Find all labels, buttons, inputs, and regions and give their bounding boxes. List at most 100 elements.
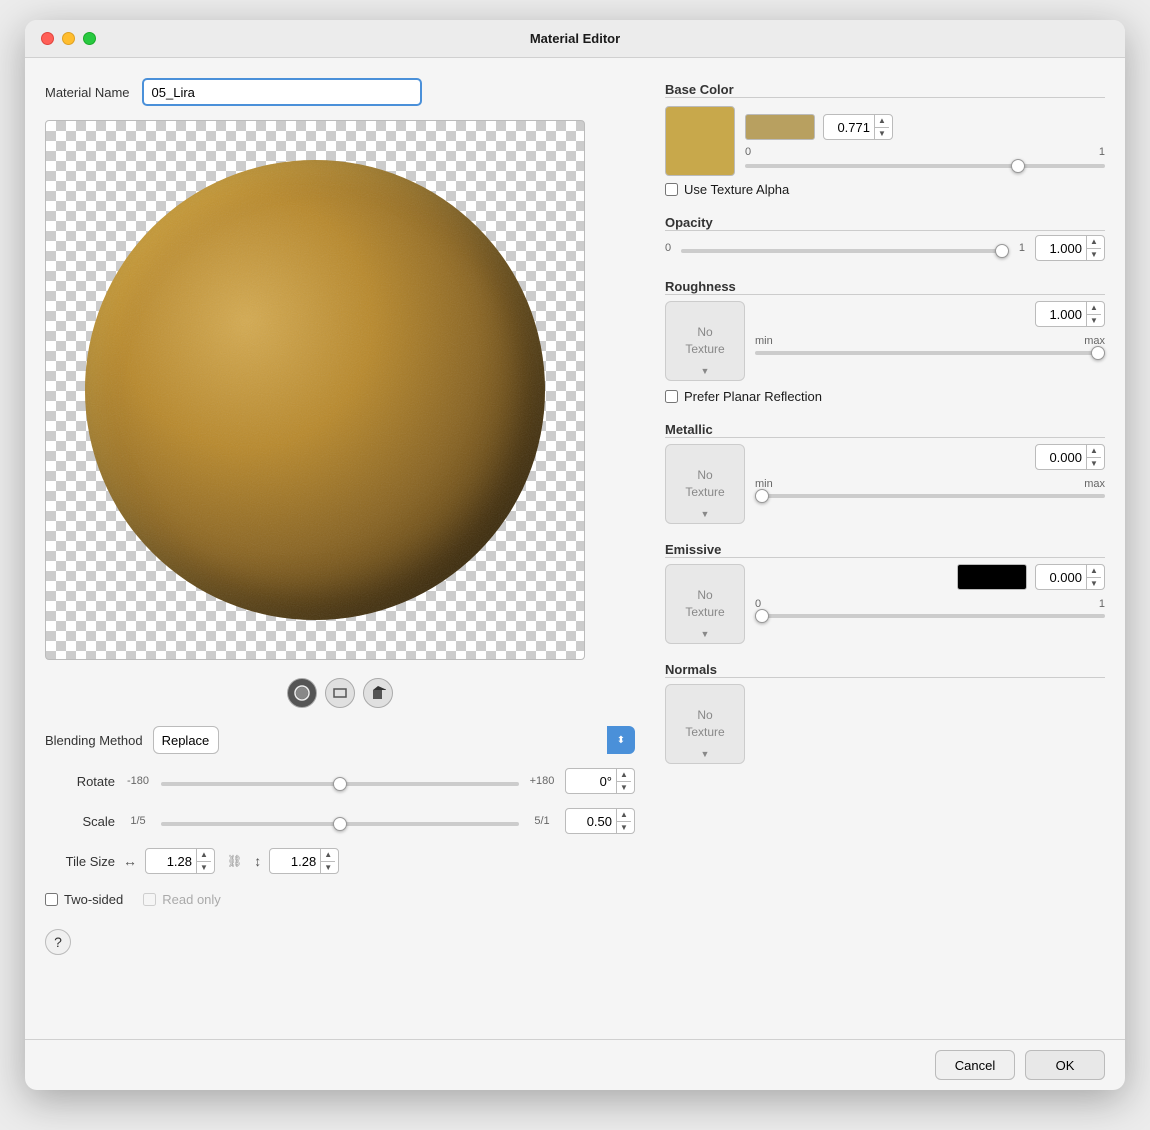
base-color-swatch-small[interactable]	[745, 114, 815, 140]
scale-min-label: 1/5	[123, 815, 153, 827]
base-color-swatch-large[interactable]	[665, 106, 735, 176]
left-panel: Material Name Blendin	[45, 78, 635, 1019]
roughness-input[interactable]	[1036, 307, 1086, 322]
minimize-button[interactable]	[62, 32, 75, 45]
two-sided-checkbox[interactable]	[45, 893, 58, 906]
metallic-down[interactable]: ▼	[1087, 458, 1101, 470]
opacity-section: Opacity 0 1 ▲ ▼	[665, 215, 1105, 261]
tilesize-link-icon[interactable]: ⛓	[227, 854, 242, 868]
emissive-section: Emissive NoTexture ▼ ▲	[665, 542, 1105, 644]
tilesize-height-up[interactable]: ▲	[321, 849, 335, 862]
roughness-texture-row: NoTexture ▼ ▲ ▼	[665, 301, 1105, 381]
opacity-row: 0 1 ▲ ▼	[665, 235, 1105, 261]
rotate-slider-wrapper	[161, 774, 519, 789]
bottom-buttons: Cancel OK	[25, 1039, 1125, 1090]
bottom-options-row: Two-sided Read only	[45, 892, 635, 907]
preview-sphere-button[interactable]	[287, 678, 317, 708]
rotate-slider[interactable]	[161, 782, 519, 786]
use-texture-alpha-checkbox[interactable]	[665, 183, 678, 196]
prefer-planar-checkbox[interactable]	[665, 390, 678, 403]
normals-title: Normals	[665, 662, 717, 677]
scale-input[interactable]	[566, 814, 616, 829]
right-panel: Base Color ▲ ▼	[665, 78, 1105, 1019]
close-button[interactable]	[41, 32, 54, 45]
material-name-row: Material Name	[45, 78, 635, 106]
metallic-input[interactable]	[1036, 450, 1086, 465]
roughness-up[interactable]: ▲	[1087, 302, 1101, 315]
emissive-slider[interactable]	[755, 614, 1105, 618]
base-color-input[interactable]	[824, 120, 874, 135]
emissive-input[interactable]	[1036, 570, 1086, 585]
opacity-spinner: ▲ ▼	[1086, 236, 1101, 260]
opacity-down[interactable]: ▼	[1087, 249, 1101, 261]
blend-arrow-icon: ⬍	[607, 726, 635, 754]
preview-area	[45, 120, 585, 660]
material-name-label: Material Name	[45, 85, 130, 100]
roughness-texture-thumb[interactable]: NoTexture ▼	[665, 301, 745, 381]
rotate-input[interactable]	[566, 774, 616, 789]
preview-box-button[interactable]	[363, 678, 393, 708]
scale-slider[interactable]	[161, 822, 519, 826]
roughness-slider[interactable]	[755, 351, 1105, 355]
metallic-spinner: ▲ ▼	[1086, 445, 1101, 469]
base-color-down[interactable]: ▼	[875, 128, 889, 140]
metallic-no-texture-text: NoTexture	[685, 467, 724, 501]
metallic-section: Metallic NoTexture ▼ ▲ ▼	[665, 422, 1105, 524]
scale-up-button[interactable]: ▲	[617, 809, 631, 822]
opacity-slider[interactable]	[681, 249, 1009, 253]
tilesize-width-up[interactable]: ▲	[197, 849, 211, 862]
base-color-slider-labels: 0 1	[745, 146, 1105, 158]
preview-plane-button[interactable]	[325, 678, 355, 708]
base-color-section: Base Color ▲ ▼	[665, 82, 1105, 197]
tilesize-height-input[interactable]	[270, 854, 320, 869]
material-name-input[interactable]	[142, 78, 422, 106]
help-button[interactable]: ?	[45, 929, 71, 955]
roughness-section: Roughness NoTexture ▼ ▲ ▼	[665, 279, 1105, 404]
tilesize-width-icon: ↔	[123, 853, 137, 869]
cancel-button[interactable]: Cancel	[935, 1050, 1015, 1080]
opacity-input[interactable]	[1036, 241, 1086, 256]
emissive-value-wrapper: ▲ ▼	[1035, 564, 1105, 590]
base-color-spinner: ▲ ▼	[874, 115, 889, 139]
roughness-down[interactable]: ▼	[1087, 315, 1101, 327]
tilesize-width-input[interactable]	[146, 854, 196, 869]
two-sided-label[interactable]: Two-sided	[45, 892, 123, 907]
maximize-button[interactable]	[83, 32, 96, 45]
emissive-down[interactable]: ▼	[1087, 578, 1101, 590]
tilesize-height-icon: ↕	[254, 853, 261, 869]
metallic-slider[interactable]	[755, 494, 1105, 498]
rotate-max-label: +180	[527, 775, 557, 787]
read-only-checkbox	[143, 893, 156, 906]
emissive-color-swatch[interactable]	[957, 564, 1027, 590]
rotate-down-button[interactable]: ▼	[617, 782, 631, 794]
emissive-up[interactable]: ▲	[1087, 565, 1101, 578]
base-color-slider[interactable]	[745, 164, 1105, 168]
normals-texture-thumb[interactable]: NoTexture ▼	[665, 684, 745, 764]
metallic-texture-thumb[interactable]: NoTexture ▼	[665, 444, 745, 524]
scale-row: Scale 1/5 5/1 ▲ ▼	[45, 808, 635, 834]
emissive-no-texture-text: NoTexture	[685, 587, 724, 621]
scale-down-button[interactable]: ▼	[617, 822, 631, 834]
tilesize-width-down[interactable]: ▼	[197, 862, 211, 874]
ok-button[interactable]: OK	[1025, 1050, 1105, 1080]
titlebar: Material Editor	[25, 20, 1125, 58]
blend-method-select[interactable]: Replace Add Multiply	[153, 726, 219, 754]
rotate-up-button[interactable]: ▲	[617, 769, 631, 782]
roughness-dropdown-arrow: ▼	[701, 366, 710, 376]
roughness-controls: ▲ ▼ min max	[755, 301, 1105, 355]
metallic-up[interactable]: ▲	[1087, 445, 1101, 458]
tilesize-height-down[interactable]: ▼	[321, 862, 335, 874]
opacity-up[interactable]: ▲	[1087, 236, 1101, 249]
emissive-spinner: ▲ ▼	[1086, 565, 1101, 589]
tilesize-row: Tile Size ↔ ▲ ▼ ⛓ ↕ ▲ ▼	[45, 848, 635, 874]
read-only-label: Read only	[143, 892, 221, 907]
use-texture-alpha-row: Use Texture Alpha	[665, 182, 1105, 197]
rotate-label: Rotate	[45, 774, 115, 789]
normals-no-texture-text: NoTexture	[685, 707, 724, 741]
base-color-up[interactable]: ▲	[875, 115, 889, 128]
metallic-title: Metallic	[665, 422, 713, 437]
emissive-texture-thumb[interactable]: NoTexture ▼	[665, 564, 745, 644]
rotate-min-label: -180	[123, 775, 153, 787]
emissive-controls: ▲ ▼ 0 1	[755, 564, 1105, 618]
roughness-title: Roughness	[665, 279, 736, 294]
